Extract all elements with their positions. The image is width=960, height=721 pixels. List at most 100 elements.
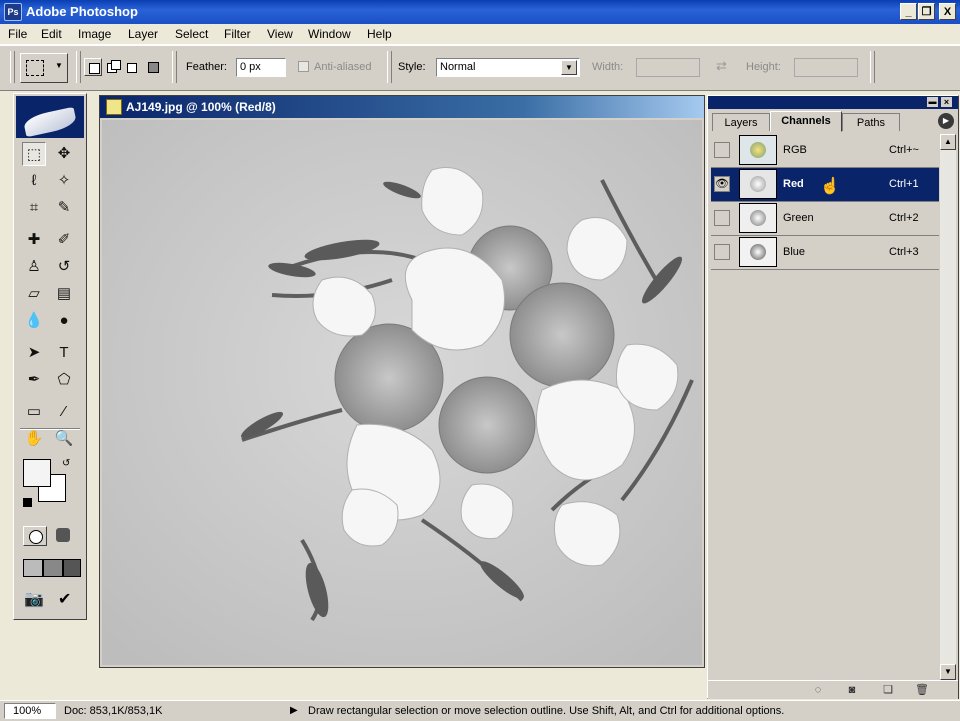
screen-mode-standard-icon[interactable] (23, 559, 43, 577)
eye-icon[interactable]: 👁 (714, 176, 730, 192)
menu-filter[interactable]: Filter (224, 27, 251, 41)
channel-name: Red (783, 178, 804, 190)
add-selection-icon-part (111, 60, 121, 70)
antialiased-checkbox[interactable] (298, 61, 309, 72)
marquee-tool-icon[interactable]: ⬚ (22, 142, 46, 166)
panel-menu-arrow-icon[interactable]: ▶ (938, 113, 954, 129)
panel-header[interactable]: ▬ × (708, 96, 958, 109)
gradient-tool-icon[interactable]: ▤ (52, 282, 76, 306)
zoom-tool-icon[interactable]: 🔍 (52, 427, 76, 451)
menu-image[interactable]: Image (78, 27, 111, 41)
eyedropper-tool-icon[interactable]: ⁄ (52, 400, 76, 424)
screen-mode-full-icon[interactable] (63, 559, 81, 577)
jump-to-imageready-icon[interactable]: 📷 (24, 589, 44, 609)
new-selection-button[interactable] (84, 58, 102, 76)
menu-layer[interactable]: Layer (128, 27, 158, 41)
image-canvas[interactable] (102, 120, 702, 665)
healing-brush-tool-icon[interactable]: ✚ (22, 228, 46, 252)
photoshop-app-icon[interactable]: Ps (4, 3, 22, 21)
screen-mode-full-menu-icon[interactable] (43, 559, 63, 577)
close-button[interactable]: X (939, 3, 956, 20)
notes-tool-icon[interactable]: ▭ (22, 400, 46, 424)
intersect-selection-button[interactable] (144, 58, 162, 76)
app-title: Adobe Photoshop (26, 4, 138, 19)
tool-preset-picker[interactable]: ▼ (20, 53, 68, 83)
load-channel-selection-icon[interactable]: ◌ (810, 682, 826, 698)
quick-mask-icon (56, 528, 70, 542)
quick-mask-button[interactable] (52, 526, 76, 546)
standard-mode-button[interactable] (23, 526, 47, 546)
blur-tool-icon[interactable]: 💧 (22, 309, 46, 333)
style-select[interactable]: Normal ▼ (436, 58, 580, 77)
menu-window[interactable]: Window (308, 27, 351, 41)
app-title-bar: Ps Adobe Photoshop _ ❐ X (0, 0, 960, 24)
new-channel-icon[interactable]: ❏ (880, 682, 896, 698)
hand-tool-icon[interactable]: ✋ (22, 427, 46, 451)
minimize-button[interactable]: _ (900, 3, 917, 20)
eraser-tool-icon[interactable]: ▱ (22, 282, 46, 306)
menu-select[interactable]: Select (175, 27, 208, 41)
subtract-selection-icon (127, 63, 137, 73)
width-input[interactable] (636, 58, 700, 77)
document-window: AJ149.jpg @ 100% (Red/8) (99, 95, 705, 668)
shape-tool-icon[interactable]: ⬠ (52, 368, 76, 392)
slice-tool-icon[interactable]: ✎ (52, 196, 76, 220)
default-colors-icon[interactable] (23, 498, 32, 507)
jump-to-imageready-check-icon[interactable]: ✔ (58, 589, 71, 609)
menu-bar: File Edit Image Layer Select Filter View… (0, 24, 960, 45)
height-input[interactable] (794, 58, 858, 77)
marquee-preset-icon (26, 60, 44, 76)
scroll-up-icon[interactable]: ▲ (940, 134, 956, 150)
tab-channels[interactable]: Channels (770, 111, 842, 132)
status-menu-arrow-icon[interactable]: ▶ (290, 705, 298, 716)
dodge-tool-icon[interactable]: ● (52, 309, 76, 333)
delete-channel-icon[interactable]: 🗑 (914, 682, 930, 698)
swap-colors-icon[interactable]: ↺ (62, 458, 70, 469)
swap-dimensions-icon[interactable]: ⇄ (716, 58, 727, 74)
path-selection-tool-icon[interactable]: ➤ (22, 341, 46, 365)
crop-tool-icon[interactable]: ⌗ (22, 196, 46, 220)
document-title-bar[interactable]: AJ149.jpg @ 100% (Red/8) (100, 96, 704, 118)
panel-scrollbar[interactable]: ▲ ▼ (940, 134, 956, 680)
lasso-tool-icon[interactable]: ℓ (22, 169, 46, 193)
feather-input[interactable]: 0 px (236, 58, 286, 77)
panel-close-icon[interactable]: × (941, 97, 952, 107)
visibility-toggle-empty[interactable] (714, 244, 730, 260)
zoom-level-field[interactable]: 100% (4, 703, 56, 719)
thumb-flower (750, 210, 766, 226)
history-brush-tool-icon[interactable]: ↺ (52, 255, 76, 279)
thumb-flower (750, 176, 766, 192)
subtract-selection-button[interactable] (124, 58, 142, 76)
menu-view[interactable]: View (267, 27, 293, 41)
panel-minimize-icon[interactable]: ▬ (927, 97, 938, 107)
pen-tool-icon[interactable]: ✒ (22, 368, 46, 392)
channel-row-green[interactable]: Green Ctrl+2 (711, 202, 939, 236)
document-size-info[interactable]: Doc: 853,1K/853,1K (64, 705, 162, 717)
add-selection-button[interactable] (104, 58, 122, 76)
toolbox-header[interactable] (16, 96, 84, 138)
options-grip[interactable] (10, 51, 15, 83)
restore-button[interactable]: ❐ (918, 3, 935, 20)
type-tool-icon[interactable]: T (52, 341, 76, 365)
document-title: AJ149.jpg @ 100% (Red/8) (126, 100, 276, 114)
clone-stamp-tool-icon[interactable]: ♙ (22, 255, 46, 279)
channel-row-blue[interactable]: Blue Ctrl+3 (711, 236, 939, 270)
options-separator (387, 51, 392, 83)
tab-layers[interactable]: Layers (712, 113, 770, 131)
magic-wand-tool-icon[interactable]: ✧ (52, 169, 76, 193)
foreground-color-swatch-front[interactable] (23, 459, 51, 487)
chevron-down-icon[interactable]: ▼ (561, 60, 577, 75)
visibility-toggle-empty[interactable] (714, 210, 730, 226)
move-tool-icon[interactable]: ✥ (52, 142, 76, 166)
brush-tool-icon[interactable]: ✐ (52, 228, 76, 252)
channel-row-red[interactable]: 👁 Red ☝ Ctrl+1 (711, 168, 939, 202)
save-selection-channel-icon[interactable]: ◙ (844, 682, 860, 698)
menu-file[interactable]: File (8, 27, 27, 41)
menu-edit[interactable]: Edit (41, 27, 62, 41)
channel-name: Green (783, 212, 814, 224)
scroll-down-icon[interactable]: ▼ (940, 664, 956, 680)
channel-row-rgb[interactable]: RGB Ctrl+~ (711, 134, 939, 168)
visibility-toggle-empty[interactable] (714, 142, 730, 158)
menu-help[interactable]: Help (367, 27, 392, 41)
tab-paths[interactable]: Paths (842, 113, 900, 131)
